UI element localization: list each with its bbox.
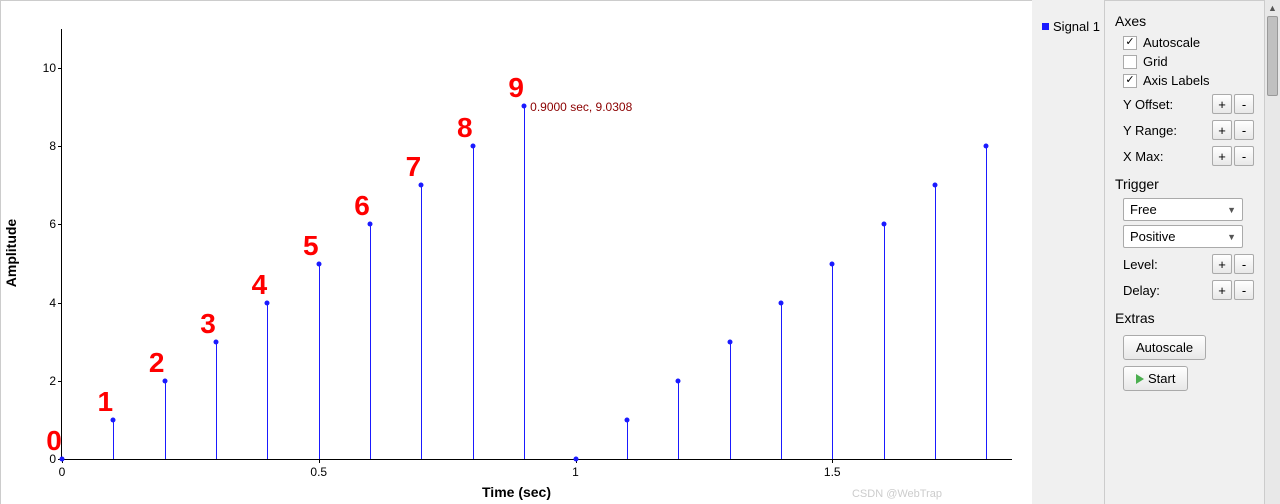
legend-label: Signal 1 — [1053, 19, 1100, 34]
data-point[interactable] — [368, 222, 373, 227]
stem — [730, 342, 731, 459]
checkbox-icon[interactable]: ✓ — [1123, 74, 1137, 88]
scroll-up-icon[interactable]: ▲ — [1265, 0, 1280, 16]
data-point[interactable] — [778, 300, 783, 305]
chevron-down-icon: ▼ — [1227, 205, 1236, 215]
scroll-thumb[interactable] — [1267, 16, 1278, 96]
annotation-number: 4 — [252, 269, 268, 301]
annotation-number: 7 — [406, 151, 422, 183]
data-point[interactable] — [162, 378, 167, 383]
legend-marker-icon — [1042, 23, 1049, 30]
data-point[interactable] — [111, 417, 116, 422]
vertical-scrollbar[interactable]: ▲ — [1264, 0, 1280, 504]
xmax-minus-button[interactable]: - — [1234, 146, 1254, 166]
data-point[interactable] — [932, 183, 937, 188]
data-point[interactable] — [316, 261, 321, 266]
xmax-plus-button[interactable]: + — [1212, 146, 1232, 166]
autoscale-button[interactable]: Autoscale — [1123, 335, 1206, 360]
autoscale-label: Autoscale — [1143, 35, 1200, 50]
stem — [267, 303, 268, 459]
x-axis-label: Time (sec) — [482, 484, 551, 500]
stem — [421, 185, 422, 459]
data-point[interactable] — [470, 144, 475, 149]
delay-minus-button[interactable]: - — [1234, 280, 1254, 300]
delay-plus-button[interactable]: + — [1212, 280, 1232, 300]
data-point[interactable] — [522, 103, 527, 108]
annotation-number: 6 — [354, 190, 370, 222]
start-button[interactable]: Start — [1123, 366, 1188, 391]
checkbox-icon[interactable] — [1123, 55, 1137, 69]
stem — [935, 185, 936, 459]
trigger-slope-value: Positive — [1130, 229, 1176, 244]
autoscale-checkbox-row[interactable]: ✓ Autoscale — [1123, 35, 1254, 50]
level-minus-button[interactable]: - — [1234, 254, 1254, 274]
chart-canvas[interactable]: 024681000.511.501234567890.9000 sec, 9.0… — [61, 29, 1012, 460]
stem — [524, 106, 525, 459]
extras-section-title: Extras — [1115, 310, 1254, 326]
stem — [165, 381, 166, 459]
data-point[interactable] — [727, 339, 732, 344]
trigger-mode-value: Free — [1130, 202, 1157, 217]
stem — [627, 420, 628, 459]
watermark: CSDN @WebTrap — [852, 488, 942, 500]
yrange-minus-button[interactable]: - — [1234, 120, 1254, 140]
stem — [678, 381, 679, 459]
grid-label: Grid — [1143, 54, 1168, 69]
data-point[interactable] — [881, 222, 886, 227]
axislabels-label: Axis Labels — [1143, 73, 1209, 88]
data-point[interactable] — [419, 183, 424, 188]
y-axis-label: Amplitude — [3, 218, 19, 286]
data-point[interactable] — [60, 457, 65, 462]
axislabels-checkbox-row[interactable]: ✓ Axis Labels — [1123, 73, 1254, 88]
stem — [319, 264, 320, 459]
chevron-down-icon: ▼ — [1227, 232, 1236, 242]
autoscale-button-label: Autoscale — [1136, 340, 1193, 355]
legend: Signal 1 — [1042, 19, 1100, 34]
control-panel: Axes ✓ Autoscale Grid ✓ Axis Labels Y Of… — [1104, 0, 1264, 504]
trigger-mode-select[interactable]: Free ▼ — [1123, 198, 1243, 221]
grid-checkbox-row[interactable]: Grid — [1123, 54, 1254, 69]
stem — [216, 342, 217, 459]
play-icon — [1136, 374, 1144, 384]
trigger-slope-select[interactable]: Positive ▼ — [1123, 225, 1243, 248]
checkbox-icon[interactable]: ✓ — [1123, 36, 1137, 50]
data-tooltip: 0.9000 sec, 9.0308 — [530, 100, 632, 114]
axes-section-title: Axes — [1115, 13, 1254, 29]
stem — [473, 146, 474, 459]
data-point[interactable] — [676, 378, 681, 383]
trigger-delay-label: Delay: — [1123, 283, 1208, 298]
data-point[interactable] — [573, 457, 578, 462]
stem — [113, 420, 114, 459]
yoffset-label: Y Offset: — [1123, 97, 1208, 112]
data-point[interactable] — [214, 339, 219, 344]
start-button-label: Start — [1148, 371, 1175, 386]
level-plus-button[interactable]: + — [1212, 254, 1232, 274]
annotation-number: 3 — [200, 308, 216, 340]
stem — [781, 303, 782, 459]
data-point[interactable] — [984, 144, 989, 149]
annotation-number: 1 — [98, 386, 114, 418]
data-point[interactable] — [265, 300, 270, 305]
annotation-number: 2 — [149, 347, 165, 379]
data-point[interactable] — [624, 417, 629, 422]
trigger-section-title: Trigger — [1115, 176, 1254, 192]
data-point[interactable] — [830, 261, 835, 266]
annotation-number: 5 — [303, 230, 319, 262]
annotation-number: 9 — [508, 72, 524, 104]
yoffset-minus-button[interactable]: - — [1234, 94, 1254, 114]
stem — [832, 264, 833, 459]
annotation-number: 8 — [457, 112, 473, 144]
trigger-level-label: Level: — [1123, 257, 1208, 272]
stem — [986, 146, 987, 459]
yrange-label: Y Range: — [1123, 123, 1208, 138]
xmax-label: X Max: — [1123, 149, 1208, 164]
stem — [884, 224, 885, 459]
stem — [370, 224, 371, 459]
yoffset-plus-button[interactable]: + — [1212, 94, 1232, 114]
yrange-plus-button[interactable]: + — [1212, 120, 1232, 140]
plot-area: Amplitude Time (sec) Signal 1 024681000.… — [0, 0, 1032, 504]
annotation-number: 0 — [46, 425, 62, 457]
